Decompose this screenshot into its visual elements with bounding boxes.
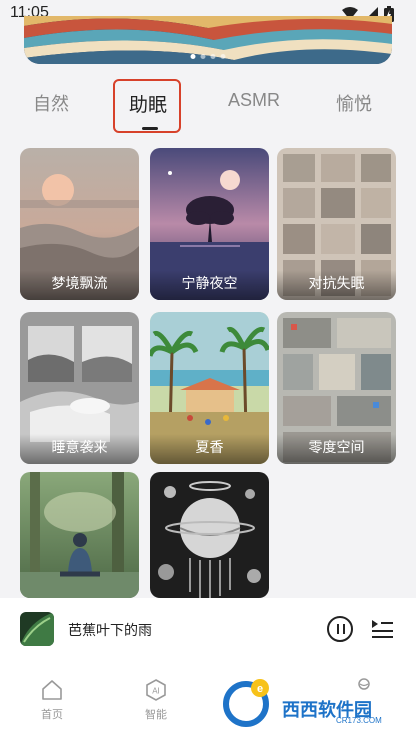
carousel-dots [190, 54, 226, 59]
active-tab-highlight [113, 79, 181, 133]
watermark-subtext: CR173.COM [336, 716, 382, 725]
playlist-icon[interactable] [370, 616, 394, 640]
pause-icon [343, 624, 345, 634]
banner-carousel[interactable] [24, 16, 392, 64]
svg-text:AI: AI [152, 687, 160, 696]
tab-nature[interactable]: 自然 [33, 90, 69, 116]
sound-card[interactable]: 宁静夜空 [150, 148, 269, 300]
home-icon [42, 680, 62, 700]
sound-card[interactable]: 对抗失眠 [277, 148, 396, 300]
player-cover-art[interactable] [20, 612, 54, 646]
sound-card[interactable] [20, 472, 139, 598]
nav-ai-label: 智能 [145, 708, 167, 721]
carousel-dot [190, 54, 196, 59]
now-playing-title: 芭蕉叶下的雨 [68, 623, 152, 639]
carousel-dot [200, 54, 206, 59]
nav-home-label: 首页 [41, 708, 63, 721]
watermark-logo: e 西西软件园 CR173.COM [218, 676, 398, 728]
carousel-dot [220, 54, 226, 59]
sound-card[interactable]: 夏香 [150, 312, 269, 464]
card-label: 睡意袭来 [20, 434, 139, 464]
sound-card[interactable]: 零度空间 [277, 312, 396, 464]
tab-asmr[interactable]: ASMR [228, 90, 280, 111]
card-label: 零度空间 [277, 434, 396, 464]
category-tabs: 自然 助眠 ASMR 愉悦 [0, 78, 416, 134]
card-image [20, 472, 139, 598]
card-label: 梦境飘流 [20, 270, 139, 300]
card-label: 宁静夜空 [150, 270, 269, 300]
pause-icon [337, 624, 339, 634]
ai-icon: AI [146, 679, 166, 701]
sound-card[interactable]: 梦境飘流 [20, 148, 139, 300]
card-label: 夏香 [150, 434, 269, 464]
pause-button[interactable] [327, 616, 353, 642]
card-image [150, 472, 269, 598]
mini-player[interactable]: 芭蕉叶下的雨 [0, 598, 416, 664]
sound-card[interactable]: 睡意袭来 [20, 312, 139, 464]
carousel-dot [210, 54, 216, 59]
nav-home[interactable]: 首页 [27, 678, 77, 722]
sound-card[interactable] [150, 472, 269, 598]
card-label: 对抗失眠 [277, 270, 396, 300]
tab-pleasure[interactable]: 愉悦 [336, 90, 372, 116]
svg-text:e: e [257, 683, 263, 695]
active-tab-underline [142, 127, 158, 130]
nav-ai[interactable]: AI 智能 [131, 678, 181, 722]
